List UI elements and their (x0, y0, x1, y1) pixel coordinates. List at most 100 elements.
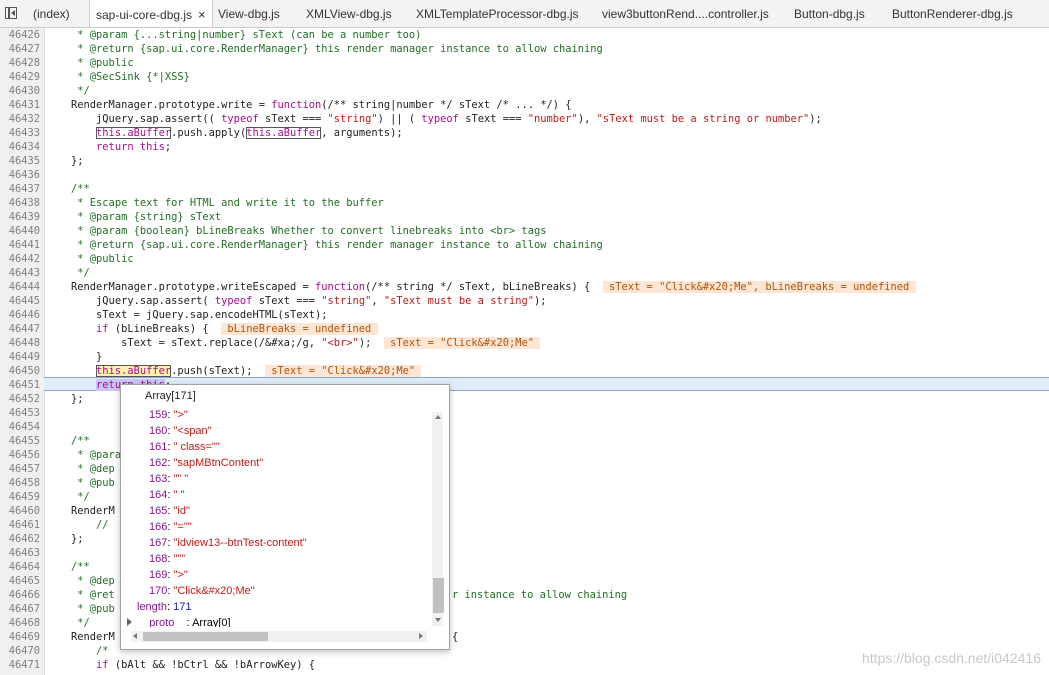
line-number[interactable]: 46465 (0, 574, 40, 588)
tab-sap-ui-core-dbg[interactable]: sap-ui-core-dbg.js × (89, 0, 213, 27)
line-number[interactable]: 46459 (0, 490, 40, 504)
code-text: }; (46, 533, 84, 545)
tab-label: XMLTemplateProcessor-dbg.js (416, 7, 579, 21)
line-number[interactable]: 46450 (0, 364, 40, 378)
line-number[interactable]: 46461 (0, 518, 40, 532)
tab-buttonrenderer-dbg[interactable]: ButtonRenderer-dbg.js (892, 0, 1013, 27)
line-number[interactable]: 46458 (0, 476, 40, 490)
popover-vertical-scrollbar[interactable] (432, 412, 444, 626)
array-length-property[interactable]: length: 171 (137, 599, 191, 615)
line-number[interactable]: 46435 (0, 154, 40, 168)
line-number[interactable]: 46451 (0, 378, 40, 392)
variable-inspect-popover[interactable]: Array[171] 159: ">" 160: "<span" 161: " … (120, 384, 450, 650)
line-number[interactable]: 46449 (0, 350, 40, 364)
expand-arrow-icon[interactable] (127, 618, 132, 626)
array-entry[interactable]: 165: "id" (149, 503, 190, 519)
line-number[interactable]: 46429 (0, 70, 40, 84)
line-number-gutter[interactable]: 46426 46427 46428 46429 46430 46431 46432 46433… (0, 28, 45, 675)
code-line: * @param {...string|number} sText (can b… (46, 28, 421, 42)
code-line: jQuery.sap.assert( typeof sText === "str… (46, 294, 546, 308)
code-text: .push(sText); (171, 365, 265, 377)
array-entry[interactable]: 159: ">" (149, 407, 188, 423)
array-entry[interactable]: 167: "idview13--btnTest-content" (149, 535, 307, 551)
line-number[interactable]: 46432 (0, 112, 40, 126)
line-number[interactable]: 46457 (0, 462, 40, 476)
code-text: sText === (458, 113, 528, 125)
tab-view-dbg[interactable]: View-dbg.js (218, 0, 280, 27)
horizontal-scroll-thumb[interactable] (143, 632, 268, 641)
line-number[interactable]: 46443 (0, 266, 40, 280)
line-number[interactable]: 46463 (0, 546, 40, 560)
array-entry[interactable]: 163: "" " (149, 471, 188, 487)
line-number[interactable]: 46442 (0, 252, 40, 266)
array-proto-property[interactable]: __proto__: Array[0] (127, 615, 231, 627)
array-entry[interactable]: 166: "="" (149, 519, 192, 535)
code-token-this-abuffer[interactable]: this.aBuffer (96, 127, 172, 139)
line-number[interactable]: 46464 (0, 560, 40, 574)
entry-value: "Click&#x20;Me" (173, 585, 255, 597)
code-comment: /** (46, 183, 90, 195)
line-number[interactable]: 46455 (0, 434, 40, 448)
array-entry[interactable]: 161: " class="" (149, 439, 220, 455)
line-number[interactable]: 46454 (0, 420, 40, 434)
tab-view3buttonrend-controller[interactable]: view3buttonRend....controller.js (602, 0, 769, 27)
line-number[interactable]: 46445 (0, 294, 40, 308)
line-number[interactable]: 46436 (0, 168, 40, 182)
line-number[interactable]: 46456 (0, 448, 40, 462)
array-entry[interactable]: 164: " " (149, 487, 184, 503)
array-entry[interactable]: 170: "Click&#x20;Me" (149, 583, 255, 599)
line-number[interactable]: 46426 (0, 28, 40, 42)
tab-button-dbg[interactable]: Button-dbg.js (794, 0, 865, 27)
line-number[interactable]: 46452 (0, 392, 40, 406)
tab-xmlview-dbg[interactable]: XMLView-dbg.js (306, 0, 392, 27)
entry-value: "<span" (173, 425, 212, 437)
line-number[interactable]: 46440 (0, 224, 40, 238)
line-number[interactable]: 46447 (0, 322, 40, 336)
line-number[interactable]: 46427 (0, 42, 40, 56)
line-number[interactable]: 46430 (0, 84, 40, 98)
line-number[interactable]: 46444 (0, 280, 40, 294)
scroll-down-arrow-icon[interactable] (435, 618, 441, 622)
line-number[interactable]: 46466 (0, 588, 40, 602)
array-entry[interactable]: 169: ">" (149, 567, 188, 583)
line-number[interactable]: 46471 (0, 658, 40, 672)
popover-title: Array[171] (145, 390, 196, 402)
line-number[interactable]: 46469 (0, 630, 40, 644)
line-number[interactable]: 46434 (0, 140, 40, 154)
line-number[interactable]: 46446 (0, 308, 40, 322)
array-entries-list[interactable]: 159: ">" 160: "<span" 161: " class="" 16… (121, 407, 431, 627)
line-number[interactable]: 46438 (0, 196, 40, 210)
line-number[interactable]: 46453 (0, 406, 40, 420)
popover-horizontal-scrollbar[interactable] (131, 631, 427, 642)
line-number[interactable]: 46467 (0, 602, 40, 616)
line-number[interactable]: 46431 (0, 98, 40, 112)
array-entry[interactable]: 160: "<span" (149, 423, 212, 439)
code-line: /** (46, 434, 90, 448)
code-text: } (46, 351, 103, 363)
line-number[interactable]: 46439 (0, 210, 40, 224)
array-entry[interactable]: 162: "sapMBtnContent" (149, 455, 263, 471)
line-number[interactable]: 46468 (0, 616, 40, 630)
array-entry[interactable]: 168: """ (149, 551, 185, 567)
code-token-this-abuffer[interactable]: this.aBuffer (246, 127, 322, 139)
scroll-up-arrow-icon[interactable] (435, 415, 441, 419)
line-number[interactable]: 46460 (0, 504, 40, 518)
scroll-right-arrow-icon[interactable] (419, 633, 423, 639)
vertical-scroll-thumb[interactable] (433, 578, 444, 613)
line-number[interactable]: 46462 (0, 532, 40, 546)
tab-index[interactable]: (index) (33, 0, 70, 27)
code-comment: * @return {sap.ui.core.RenderManager} th… (46, 43, 603, 55)
line-number[interactable]: 46433 (0, 126, 40, 140)
line-number[interactable]: 46441 (0, 238, 40, 252)
code-token-this-abuffer-hovered[interactable]: this.aBuffer (96, 365, 172, 377)
scroll-left-arrow-icon[interactable] (133, 633, 137, 639)
close-tab-icon[interactable]: × (198, 0, 206, 27)
toggle-navigator-icon[interactable] (4, 6, 20, 22)
line-number[interactable]: 46437 (0, 182, 40, 196)
line-number[interactable]: 46470 (0, 644, 40, 658)
line-number[interactable]: 46448 (0, 336, 40, 350)
tab-xmltemplateprocessor-dbg[interactable]: XMLTemplateProcessor-dbg.js (416, 0, 579, 27)
line-number[interactable]: 46428 (0, 56, 40, 70)
